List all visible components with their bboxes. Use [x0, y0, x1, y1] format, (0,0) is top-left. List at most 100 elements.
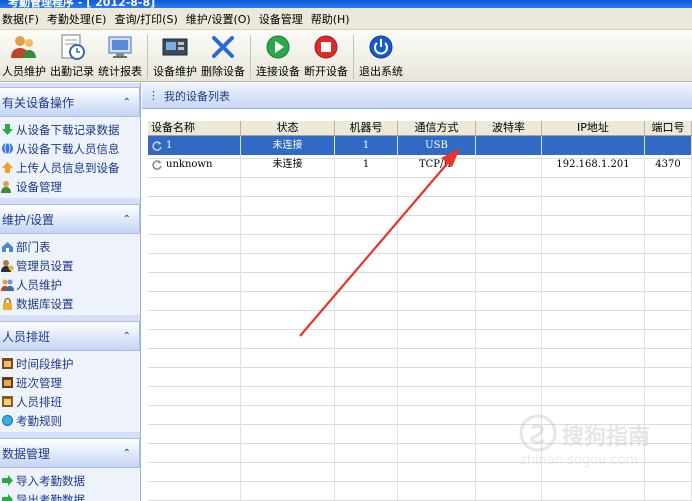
sidebar-group-body: 部门表 管理员设置 人员维护 数据库设置	[0, 234, 140, 315]
refresh-icon	[151, 159, 163, 171]
ip-address: 192.168.1.201	[542, 155, 645, 174]
menu-bar: 数据(F) 考勤处理(E) 查询/打印(S) 维护/设置(O) 设备管理 帮助(…	[0, 8, 692, 30]
sidebar-item-people-schedule[interactable]: 人员排班	[0, 392, 140, 411]
baud-rate	[476, 136, 542, 155]
main-panel: ⋮ 我的设备列表 设备名称 状态 机器号 通信方式 波特率 IP地址 端口号 1…	[142, 83, 692, 501]
sidebar-item-attendance-rules[interactable]: 考勤规则	[0, 411, 140, 430]
menu-help[interactable]: 帮助(H)	[309, 11, 356, 27]
table-row[interactable]: 1 未连接 1 USB	[148, 136, 692, 155]
lock-icon	[1, 297, 14, 310]
menu-query-print[interactable]: 查询/打印(S)	[112, 11, 183, 27]
ip-address	[542, 136, 645, 155]
table-row[interactable]: unknown 未连接 1 TCP/IP 192.168.1.201 4370	[148, 155, 692, 174]
machine-number: 1	[335, 155, 398, 174]
play-icon	[263, 33, 293, 61]
device-name: unknown	[166, 159, 213, 170]
column-header-comm-mode[interactable]: 通信方式	[398, 121, 476, 135]
delete-icon	[208, 33, 238, 61]
clock-icon	[57, 33, 87, 61]
machine-number: 1	[335, 136, 398, 155]
people-icon	[1, 180, 14, 193]
port-number: 4370	[645, 155, 692, 174]
sidebar-item-shift-manage[interactable]: 班次管理	[0, 373, 140, 392]
sidebar-group-scheduling[interactable]: 人员排班 ⌃	[0, 321, 140, 351]
device-status: 未连接	[241, 136, 335, 155]
people-maintain-button[interactable]: 人员维护	[0, 33, 48, 79]
sidebar-group-body: 从设备下载记录数据 从设备下载人员信息 上传人员信息到设备 设备管理	[0, 117, 140, 198]
attendance-record-button[interactable]: 出勤记录	[48, 33, 96, 79]
column-header-machine-no[interactable]: 机器号	[335, 121, 398, 135]
people-icon	[1, 278, 14, 291]
rules-icon	[1, 414, 14, 427]
column-header-status[interactable]: 状态	[241, 121, 335, 135]
calendar-icon	[1, 357, 14, 370]
people-icon	[9, 33, 39, 61]
toolbar-separator	[250, 35, 251, 79]
sidebar-item-device-manage[interactable]: 设备管理	[0, 177, 140, 196]
toolbar: 人员维护 出勤记录 统计报表 设备维护 删除设备 连接设备 断开设备 退出系统	[0, 30, 692, 82]
baud-rate	[476, 155, 542, 174]
sidebar-item-department[interactable]: 部门表	[0, 237, 140, 256]
window-title: 考勤管理程序 - [ 2012-8-8]	[8, 0, 156, 8]
device-table: 设备名称 状态 机器号 通信方式 波特率 IP地址 端口号 1 未连接 1 US…	[148, 121, 692, 501]
comm-mode: USB	[398, 136, 476, 155]
disconnect-device-button[interactable]: 断开设备	[302, 33, 350, 79]
collapse-icon[interactable]: ⌃	[123, 448, 131, 459]
home-icon	[1, 240, 14, 253]
grip-icon: ⋮	[148, 89, 159, 102]
exit-system-button[interactable]: 退出系统	[357, 33, 405, 79]
device-status: 未连接	[241, 155, 335, 174]
port-number	[645, 136, 692, 155]
calendar-icon	[1, 376, 14, 389]
column-header-baud-rate[interactable]: 波特率	[476, 121, 542, 135]
menu-maintenance[interactable]: 维护/设置(O)	[184, 11, 257, 27]
report-icon	[105, 33, 135, 61]
device-maintain-button[interactable]: 设备维护	[151, 33, 199, 79]
sidebar-group-body: 时间段维护 班次管理 人员排班 考勤规则	[0, 351, 140, 432]
menu-data[interactable]: 数据(F)	[0, 11, 45, 27]
calendar-icon	[1, 395, 14, 408]
power-icon	[366, 33, 396, 61]
export-arrow-icon	[1, 493, 14, 501]
collapse-icon[interactable]: ⌃	[123, 97, 131, 108]
statistics-report-button[interactable]: 统计报表	[96, 33, 144, 79]
import-arrow-icon	[1, 474, 14, 487]
delete-device-button[interactable]: 删除设备	[199, 33, 247, 79]
sidebar-item-download-records[interactable]: 从设备下载记录数据	[0, 120, 140, 139]
sidebar-group-device-ops[interactable]: 有关设备操作 ⌃	[0, 87, 140, 117]
menu-device[interactable]: 设备管理	[257, 11, 309, 27]
admin-icon	[1, 259, 14, 272]
panel-title-bar: ⋮ 我的设备列表	[142, 83, 692, 109]
connect-device-button[interactable]: 连接设备	[254, 33, 302, 79]
collapse-icon[interactable]: ⌃	[123, 214, 131, 225]
sidebar-item-import-data[interactable]: 导入考勤数据	[0, 471, 140, 490]
column-header-port[interactable]: 端口号	[645, 121, 692, 135]
sidebar-item-download-users[interactable]: 从设备下载人员信息	[0, 139, 140, 158]
table-header: 设备名称 状态 机器号 通信方式 波特率 IP地址 端口号	[148, 121, 692, 136]
collapse-icon[interactable]: ⌃	[123, 331, 131, 342]
sidebar-group-data-manage[interactable]: 数据管理 ⌃	[0, 438, 140, 468]
panel-title: 我的设备列表	[164, 89, 230, 103]
sidebar-item-export-data[interactable]: 导出考勤数据	[0, 490, 140, 501]
stop-icon	[311, 33, 341, 61]
toolbar-separator	[147, 35, 148, 79]
sidebar-group-maintenance[interactable]: 维护/设置 ⌃	[0, 204, 140, 234]
toolbar-separator	[353, 35, 354, 79]
column-header-device-name[interactable]: 设备名称	[148, 121, 241, 135]
column-header-ip-address[interactable]: IP地址	[542, 121, 645, 135]
title-bar: 考勤管理程序 - [ 2012-8-8]	[0, 0, 692, 8]
sidebar: 有关设备操作 ⌃ 从设备下载记录数据 从设备下载人员信息 上传人员信息到设备 设备…	[0, 83, 141, 501]
sidebar-item-time-period[interactable]: 时间段维护	[0, 354, 140, 373]
device-name: 1	[166, 140, 173, 151]
globe-icon	[1, 142, 14, 155]
menu-attendance[interactable]: 考勤处理(E)	[45, 11, 113, 27]
sidebar-group-body: 导入考勤数据 导出考勤数据	[0, 468, 140, 501]
sidebar-item-database-settings[interactable]: 数据库设置	[0, 294, 140, 313]
sidebar-item-admin-settings[interactable]: 管理员设置	[0, 256, 140, 275]
device-icon	[160, 33, 190, 61]
grid-lines	[148, 136, 692, 501]
sidebar-item-people-maintain[interactable]: 人员维护	[0, 275, 140, 294]
sidebar-item-upload-users[interactable]: 上传人员信息到设备	[0, 158, 140, 177]
upload-arrow-icon	[1, 161, 14, 174]
refresh-icon	[151, 140, 163, 152]
